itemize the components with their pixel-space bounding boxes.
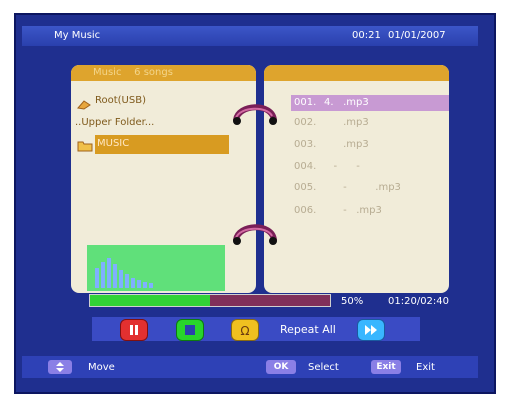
file-name[interactable]: - .mp3 (324, 205, 382, 217)
exit-label: Exit (416, 362, 435, 373)
clock-date: 01/01/2007 (388, 30, 446, 41)
playback-time: 01:20/02:40 (388, 296, 450, 307)
exit-key[interactable]: Exit (371, 360, 401, 374)
page-title: My Music (54, 30, 101, 41)
folder-item-music[interactable]: MUSIC (97, 138, 129, 150)
usb-drive-icon (77, 95, 91, 110)
file-number: 006. (294, 205, 317, 216)
svg-text:Ω: Ω (240, 324, 249, 338)
file-name[interactable]: 4. .mp3 (324, 97, 369, 109)
spectrum-visualizer (87, 245, 225, 291)
file-name[interactable]: .mp3 (324, 117, 369, 129)
playback-progress-fill (90, 295, 210, 306)
green-button-icon[interactable] (176, 319, 204, 341)
yellow-button-icon[interactable]: Ω (231, 319, 259, 341)
playback-progress-bar[interactable] (89, 294, 331, 307)
folder-icon (77, 137, 93, 152)
file-list-panel: 001. 4. .mp3 002. .mp3 003. .mp3 004. - … (264, 65, 449, 293)
folder-item-upper[interactable]: ..Upper Folder... (75, 117, 154, 129)
red-button-icon[interactable] (120, 319, 148, 341)
file-name[interactable]: .mp3 (324, 139, 369, 151)
binder-ring-icon (232, 98, 278, 126)
file-list-header (264, 65, 449, 81)
file-number: 002. (294, 117, 317, 128)
file-number: 005. (294, 182, 317, 193)
move-arrows-icon (48, 360, 72, 374)
clock-time: 00:21 (352, 30, 381, 41)
ok-key[interactable]: OK (266, 360, 296, 374)
file-name[interactable]: - .mp3 (324, 182, 401, 194)
file-name[interactable]: - - (324, 161, 360, 173)
file-number: 001. (294, 97, 317, 108)
select-label: Select (308, 362, 339, 373)
folder-item-root[interactable]: Root(USB) (95, 95, 146, 107)
file-number: 004. (294, 161, 317, 172)
move-label: Move (88, 362, 115, 373)
progress-percent: 50% (341, 296, 364, 307)
file-number: 003. (294, 139, 317, 150)
song-count-label: Music 6 songs (93, 67, 173, 78)
repeat-mode-label: Repeat All (280, 323, 336, 336)
binder-ring-icon (232, 218, 278, 246)
blue-button-icon[interactable] (357, 319, 385, 341)
